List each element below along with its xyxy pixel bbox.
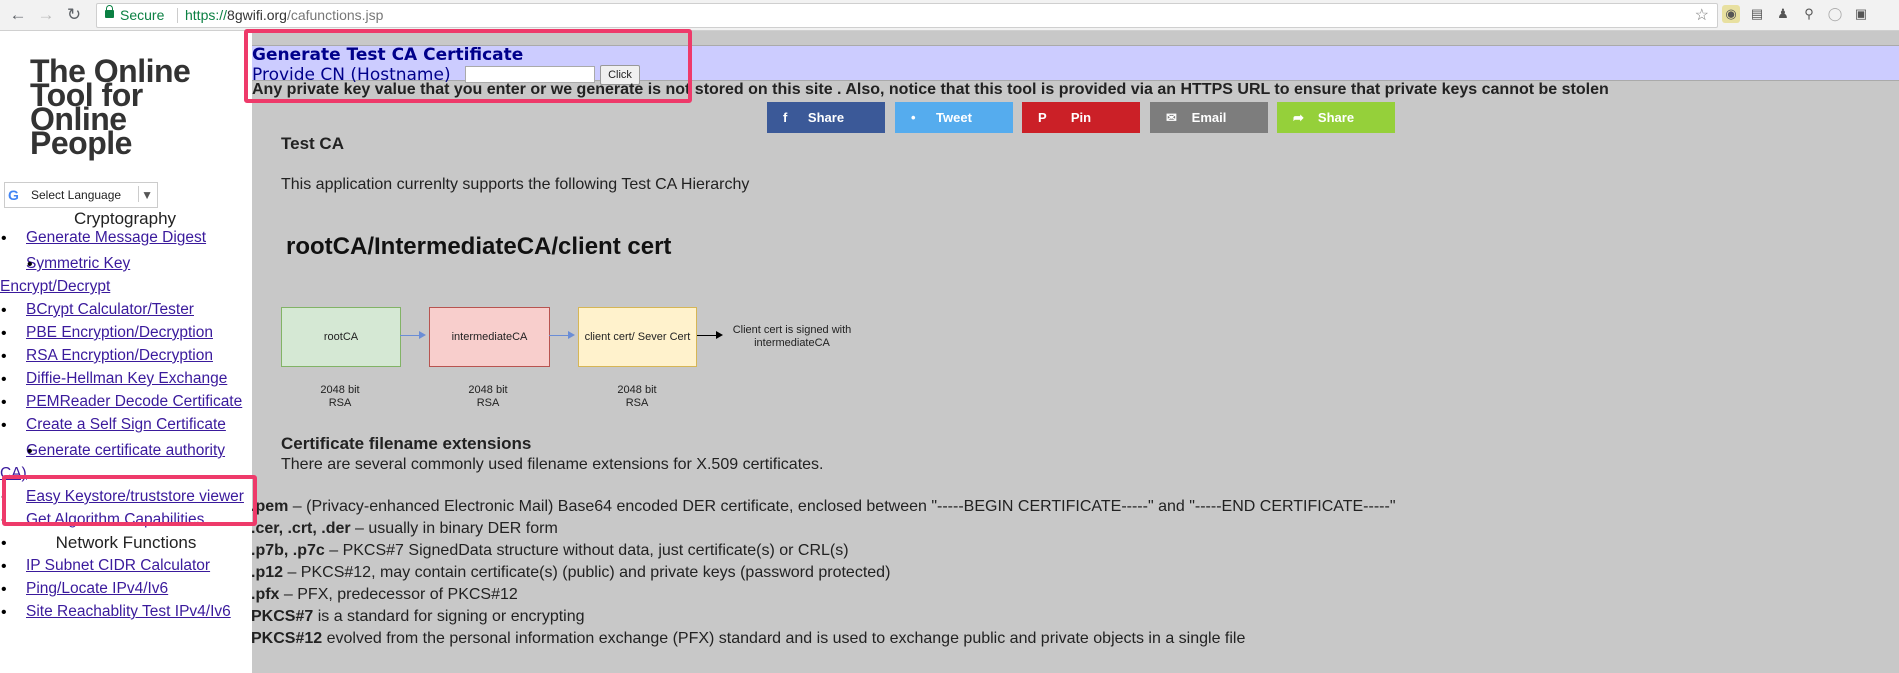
sidebar: The Online Tool for Online People G Sele… (0, 31, 252, 673)
extension-item: .pem – (Privacy-enhanced Electronic Mail… (251, 498, 1396, 515)
extension-icon[interactable]: ◯ (1826, 5, 1844, 23)
highlight-box (2, 475, 257, 526)
extension-item: .p7b, .p7c – PKCS#7 SignedData structure… (251, 542, 849, 559)
nav-link-cidr[interactable]: IP Subnet CIDR Calculator (26, 557, 210, 574)
extension-item: PKCS#12 evolved from the personal inform… (251, 630, 1246, 647)
forward-icon[interactable]: → (36, 5, 56, 25)
pinterest-pin-button[interactable]: P Pin (1022, 102, 1140, 133)
list-item: Symmetric KeyEncrypt/Decrypt (0, 252, 252, 298)
nav-link-self-sign[interactable]: Create a Self Sign Certificate (26, 416, 226, 433)
intermediateca-box: intermediateCA (429, 307, 550, 367)
nav-link-pemreader[interactable]: PEMReader Decode Certificate (26, 393, 242, 410)
nav-link-diffie-hellman[interactable]: Diffie-Hellman Key Exchange (26, 370, 227, 387)
list-item: BCrypt Calculator/Tester (0, 298, 252, 322)
facebook-share-button[interactable]: f Share (767, 102, 885, 133)
nav-link-bcrypt[interactable]: BCrypt Calculator/Tester (26, 301, 194, 318)
extensions-intro: There are several commonly used filename… (281, 456, 824, 473)
main-content: Generate Test CA Certificate Provide CN … (251, 31, 1899, 673)
rootca-box: rootCA (281, 307, 401, 367)
highlight-box (244, 29, 692, 103)
extension-item: .p12 – PKCS#12, may contain certificate(… (251, 564, 891, 581)
extension-icon[interactable]: ◉ (1722, 5, 1740, 23)
extension-icon[interactable]: ▣ (1852, 5, 1870, 23)
extension-item: PKCS#7 is a standard for signing or encr… (251, 608, 585, 625)
list-item: Ping/Locate IPv4/Iv6 (0, 577, 252, 601)
nav-link-reachability[interactable]: Site Reachablity Test IPv4/Iv6 (26, 603, 231, 620)
twitter-tweet-button[interactable]: • Tweet (895, 102, 1013, 133)
list-item: PEMReader Decode Certificate (0, 390, 252, 414)
profile-icon[interactable]: ♟ (1774, 5, 1792, 23)
reload-icon[interactable]: ↻ (64, 5, 84, 25)
section-network: Network Functions (0, 531, 252, 555)
extensions-heading: Certificate filename extensions (281, 434, 532, 453)
nav-link-rsa[interactable]: RSA Encryption/Decryption (26, 347, 213, 364)
bookmark-star-icon[interactable]: ☆ (1695, 4, 1709, 27)
address-bar[interactable]: Secure https://8gwifi.org/cafunctions.js… (96, 3, 1718, 28)
google-icon: G (8, 187, 19, 203)
site-logo[interactable]: The Online Tool for Online People (30, 55, 191, 159)
nav-link-ping[interactable]: Ping/Locate IPv4/Iv6 (26, 580, 168, 597)
nav-list-crypto: Generate Message Digest Symmetric KeyEnc… (0, 226, 252, 624)
list-item: RSA Encryption/Decryption (0, 344, 252, 368)
list-item: Site Reachablity Test IPv4/Iv6 (0, 600, 252, 624)
extension-icon[interactable]: ▤ (1748, 5, 1766, 23)
test-ca-heading: Test CA (281, 134, 344, 153)
hierarchy-title: rootCA/IntermediateCA/client cert (286, 233, 672, 260)
nav-link-pbe[interactable]: PBE Encryption/Decryption (26, 324, 213, 341)
list-item: Generate Message Digest (0, 226, 252, 250)
list-item: PBE Encryption/Decryption (0, 321, 252, 345)
lock-icon (105, 5, 114, 18)
language-select[interactable]: G Select Language ▼ (4, 182, 158, 208)
zoom-icon[interactable]: ⚲ (1800, 5, 1818, 23)
nav-link-symmetric-key[interactable]: Symmetric Key Encrypt/Decrypt (0, 255, 130, 295)
email-share-button[interactable]: ✉ Email (1150, 102, 1268, 133)
list-item: IP Subnet CIDR Calculator (0, 554, 252, 578)
diagram-note: Client cert is signed with intermediateCA (732, 324, 852, 349)
back-icon[interactable]: ← (8, 5, 28, 25)
key-size-label: 2048 bit RSA (468, 384, 508, 409)
arrow-icon (400, 331, 426, 339)
list-item: Create a Self Sign Certificate (0, 413, 252, 437)
client-cert-box: client cert/ Sever Cert (578, 307, 697, 367)
list-item: Diffie-Hellman Key Exchange (0, 367, 252, 391)
arrow-icon (697, 331, 723, 339)
extension-item: .cer, .crt, .der – usually in binary DER… (251, 520, 558, 537)
dropdown-arrow-icon: ▼ (141, 188, 153, 202)
key-size-label: 2048 bit RSA (617, 384, 657, 409)
url-text: https://8gwifi.org/cafunctions.jsp (185, 7, 384, 23)
arrow-icon (549, 331, 575, 339)
generic-share-button[interactable]: ➦ Share (1277, 102, 1395, 133)
nav-link-message-digest[interactable]: Generate Message Digest (26, 229, 206, 246)
extension-item: .pfx – PFX, predecessor of PKCS#12 (251, 586, 518, 603)
secure-label: Secure (120, 7, 165, 23)
support-text: This application currenlty supports the … (281, 176, 750, 193)
browser-toolbar: ← → ↻ Secure https://8gwifi.org/cafuncti… (0, 0, 1899, 31)
key-size-label: 2048 bit RSA (320, 384, 360, 409)
